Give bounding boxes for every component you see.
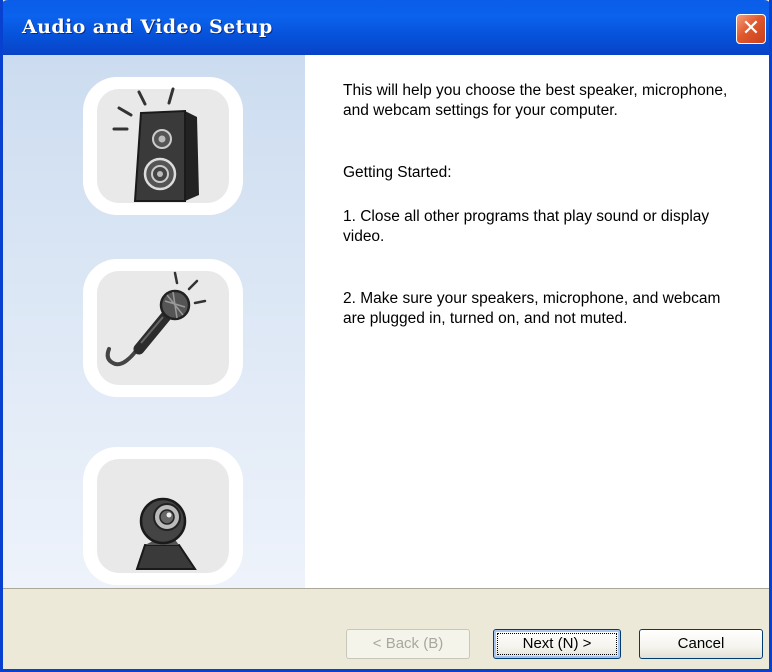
microphone-icon [105,271,207,367]
getting-started-heading: Getting Started: [343,164,452,181]
speaker-icon [112,87,199,202]
title-bar[interactable]: Audio and Video Setup ✕ [3,0,769,55]
dialog-content: This will help you choose the best speak… [3,55,769,588]
back-button[interactable]: < Back (B) [346,629,470,659]
dialog-window: Audio and Video Setup ✕ This will help y… [0,0,772,672]
button-bar: < Back (B) Next (N) > Cancel [3,588,769,669]
illustration-panel [3,55,305,588]
window-title: Audio and Video Setup [22,16,273,38]
webcam-card [83,447,243,585]
next-button[interactable]: Next (N) > [493,629,621,659]
webcam-icon [135,497,197,570]
instructions: This will help you choose the best speak… [343,81,743,329]
step-2-text: 2. Make sure your speakers, microphone, … [343,290,721,327]
speaker-card [83,77,243,215]
close-button[interactable]: ✕ [736,14,766,44]
focus-ring [497,633,617,655]
cancel-button[interactable]: Cancel [639,629,763,659]
step-1-text: 1. Close all other programs that play so… [343,208,710,245]
intro-text: This will help you choose the best speak… [343,82,728,119]
microphone-card [83,259,243,397]
